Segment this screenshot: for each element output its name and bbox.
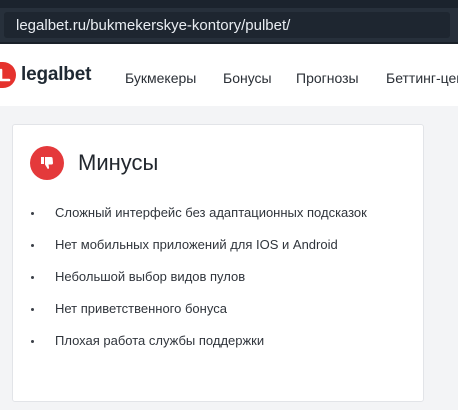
browser-top-strip: [0, 0, 458, 8]
list-item: Сложный интерфейс без адаптационных подс…: [31, 204, 367, 236]
browser-address-bar: legalbet.ru/bukmekerskye-kontory/pulbet/: [0, 8, 458, 44]
cons-card: Минусы Сложный интерфейс без адаптационн…: [12, 124, 424, 402]
nav-item-bonuses[interactable]: Бонусы: [223, 70, 272, 86]
cons-list: Сложный интерфейс без адаптационных подс…: [31, 204, 367, 364]
list-item: Плохая работа службы поддержки: [31, 332, 367, 364]
nav-item-betting-center[interactable]: Беттинг-цен: [386, 70, 458, 86]
nav-item-predictions[interactable]: Прогнозы: [296, 70, 359, 86]
list-item-text: Плохая работа службы поддержки: [55, 333, 265, 348]
thumbs-down-icon: [30, 146, 64, 180]
bullet-icon: [31, 244, 34, 247]
legalbet-logo[interactable]: legalbet: [0, 62, 91, 88]
logo-mark-icon: [0, 62, 16, 88]
bullet-icon: [31, 276, 34, 279]
logo-text: legalbet: [21, 64, 92, 85]
page-content: Минусы Сложный интерфейс без адаптационн…: [0, 106, 458, 410]
list-item-text: Нет приветственного бонуса: [55, 301, 227, 316]
cons-title: Минусы: [78, 150, 159, 175]
url-field[interactable]: legalbet.ru/bukmekerskye-kontory/pulbet/: [4, 12, 450, 38]
url-host: legalbet: [16, 17, 69, 34]
url-path: .ru/bukmekerskye-kontory/pulbet/: [68, 17, 291, 34]
site-header: legalbet Букмекеры Бонусы Прогнозы Бетти…: [0, 44, 458, 107]
list-item-text: Сложный интерфейс без адаптационных подс…: [55, 205, 367, 220]
list-item: Нет приветственного бонуса: [31, 300, 367, 332]
list-item: Небольшой выбор видов пулов: [31, 268, 367, 300]
bullet-icon: [31, 212, 34, 215]
bullet-icon: [31, 308, 34, 311]
bullet-icon: [31, 340, 34, 343]
list-item: Нет мобильных приложений для IOS и Andro…: [31, 236, 367, 268]
url-text[interactable]: legalbet.ru/bukmekerskye-kontory/pulbet/: [16, 17, 290, 34]
list-item-text: Небольшой выбор видов пулов: [55, 269, 246, 284]
list-item-text: Нет мобильных приложений для IOS и Andro…: [55, 237, 338, 252]
nav-item-bookmakers[interactable]: Букмекеры: [125, 70, 196, 86]
